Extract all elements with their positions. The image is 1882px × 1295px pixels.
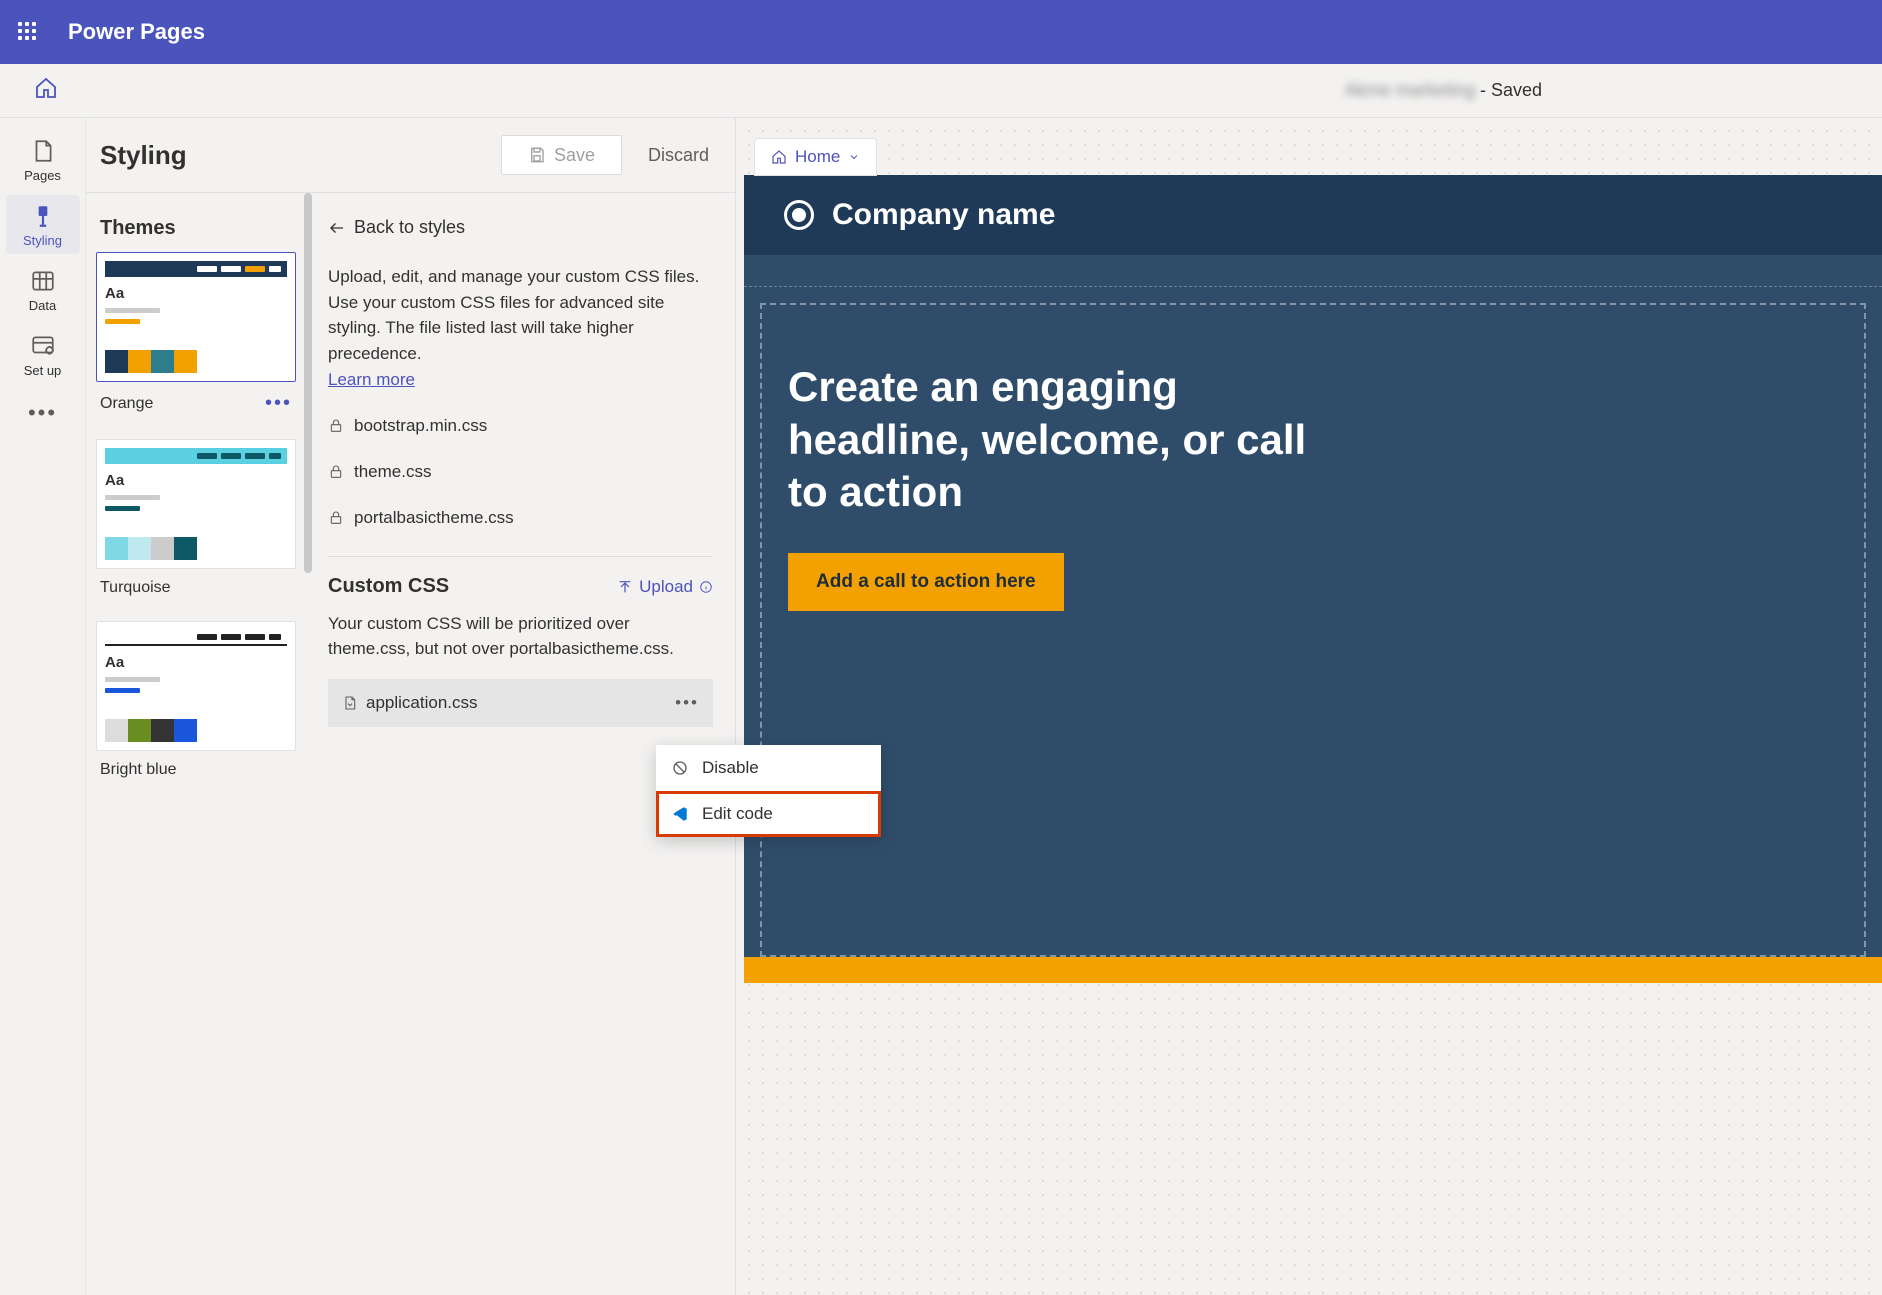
- custom-css-desc: Your custom CSS will be prioritized over…: [328, 612, 713, 661]
- nav-pages[interactable]: Pages: [6, 130, 80, 189]
- site-name: Akme marketing: [1345, 80, 1475, 100]
- upload-button[interactable]: Upload: [617, 577, 713, 597]
- theme-card[interactable]: Aa: [96, 439, 296, 569]
- nav-more-icon[interactable]: •••: [28, 390, 57, 436]
- discard-label: Discard: [648, 145, 709, 166]
- discard-button[interactable]: Discard: [622, 135, 735, 175]
- ctx-edit-code[interactable]: Edit code: [656, 791, 881, 837]
- css-description: Upload, edit, and manage your custom CSS…: [328, 264, 713, 366]
- theme-card[interactable]: Aa: [96, 252, 296, 382]
- styling-header: Styling: [86, 118, 306, 193]
- theme-swatches: [105, 537, 287, 560]
- save-icon: [528, 146, 546, 164]
- theme-swatches: [105, 719, 287, 742]
- custom-css-header-row: Custom CSS Upload: [328, 575, 713, 598]
- cta-button[interactable]: Add a call to action here: [788, 553, 1064, 611]
- lock-icon: [328, 418, 344, 434]
- preview-topbar: Company name: [744, 175, 1882, 255]
- themes-column: Styling Themes Aa: [86, 118, 306, 1295]
- home-icon[interactable]: [34, 76, 58, 106]
- context-menu: Disable Edit code: [656, 745, 881, 837]
- nav-label: Styling: [23, 233, 62, 248]
- theme-card[interactable]: Aa: [96, 621, 296, 751]
- save-button[interactable]: Save: [501, 135, 622, 175]
- app-bar: Power Pages: [0, 0, 1882, 64]
- theme-bright-blue[interactable]: Aa Bright blue: [96, 621, 296, 779]
- nav-label: Data: [29, 298, 56, 313]
- file-name: bootstrap.min.css: [354, 416, 487, 436]
- locked-file: portalbasictheme.css: [328, 508, 713, 528]
- theme-aa: Aa: [105, 285, 287, 302]
- company-name: Company name: [832, 198, 1055, 232]
- custom-file-name: application.css: [366, 693, 478, 713]
- custom-css-heading: Custom CSS: [328, 575, 449, 598]
- nav-styling[interactable]: Styling: [6, 195, 80, 254]
- company-logo-icon: [784, 200, 814, 230]
- learn-more-link[interactable]: Learn more: [328, 370, 415, 390]
- arrow-left-icon: [328, 219, 346, 237]
- nav-label: Pages: [24, 168, 61, 183]
- breadcrumb-label: Home: [795, 147, 840, 167]
- ctx-disable-label: Disable: [702, 758, 759, 778]
- upload-label: Upload: [639, 577, 693, 597]
- file-icon: [342, 695, 358, 711]
- preview-column: Home Company name Create an engaging hea…: [736, 118, 1882, 1295]
- left-nav: Pages Styling Data Set up •••: [0, 118, 86, 1295]
- custom-css-file[interactable]: application.css •••: [328, 679, 713, 727]
- nav-label: Set up: [24, 363, 62, 378]
- locked-file: theme.css: [328, 462, 713, 482]
- nav-data[interactable]: Data: [6, 260, 80, 319]
- ctx-disable[interactable]: Disable: [656, 745, 881, 791]
- preview-nav-band: [744, 255, 1882, 287]
- locked-file: bootstrap.min.css: [328, 416, 713, 436]
- breadcrumb-home[interactable]: Home: [754, 138, 877, 176]
- main-area: Pages Styling Data Set up ••• Styling Th…: [0, 118, 1882, 1295]
- ctx-edit-label: Edit code: [702, 804, 773, 824]
- theme-aa: Aa: [105, 472, 287, 489]
- app-title: Power Pages: [68, 19, 205, 45]
- file-name: portalbasictheme.css: [354, 508, 514, 528]
- save-suffix: - Saved: [1475, 80, 1542, 100]
- panel-title: Styling: [100, 140, 187, 171]
- theme-label: Bright blue: [100, 761, 177, 779]
- theme-swatches: [105, 350, 287, 373]
- vscode-icon: [670, 805, 690, 823]
- theme-label: Orange: [100, 395, 153, 413]
- preview-bottom-band: [744, 957, 1882, 983]
- file-name: theme.css: [354, 462, 431, 482]
- divider: [328, 556, 713, 557]
- theme-label: Turquoise: [100, 579, 171, 597]
- home-icon: [771, 149, 787, 165]
- waffle-icon[interactable]: [18, 22, 38, 42]
- save-label: Save: [554, 145, 595, 166]
- disable-icon: [670, 759, 690, 777]
- back-to-styles[interactable]: Back to styles: [328, 217, 713, 238]
- theme-list: Aa Orange •••: [86, 252, 306, 799]
- theme-more-icon[interactable]: •••: [265, 392, 292, 415]
- detail-actions: Save Discard: [306, 118, 735, 193]
- sub-bar: Akme marketing - Saved: [0, 64, 1882, 118]
- lock-icon: [328, 510, 344, 526]
- hero-headline: Create an engaging headline, welcome, or…: [788, 361, 1318, 519]
- back-label: Back to styles: [354, 217, 465, 238]
- info-icon: [699, 580, 713, 594]
- file-more-icon[interactable]: •••: [675, 693, 699, 713]
- preview-frame: Company name Create an engaging headline…: [744, 175, 1882, 983]
- chevron-down-icon: [848, 151, 860, 163]
- themes-heading: Themes: [86, 193, 306, 252]
- nav-setup[interactable]: Set up: [6, 325, 80, 384]
- preview-hero: Create an engaging headline, welcome, or…: [760, 303, 1866, 957]
- detail-body: Back to styles Upload, edit, and manage …: [306, 193, 735, 737]
- theme-aa: Aa: [105, 654, 287, 671]
- detail-column: Save Discard Back to styles Upload, edit…: [306, 118, 736, 1295]
- upload-icon: [617, 579, 633, 595]
- lock-icon: [328, 464, 344, 480]
- theme-turquoise[interactable]: Aa Turquoise: [96, 439, 296, 597]
- theme-orange[interactable]: Aa Orange •••: [96, 252, 296, 415]
- save-status: Akme marketing - Saved: [1345, 80, 1542, 101]
